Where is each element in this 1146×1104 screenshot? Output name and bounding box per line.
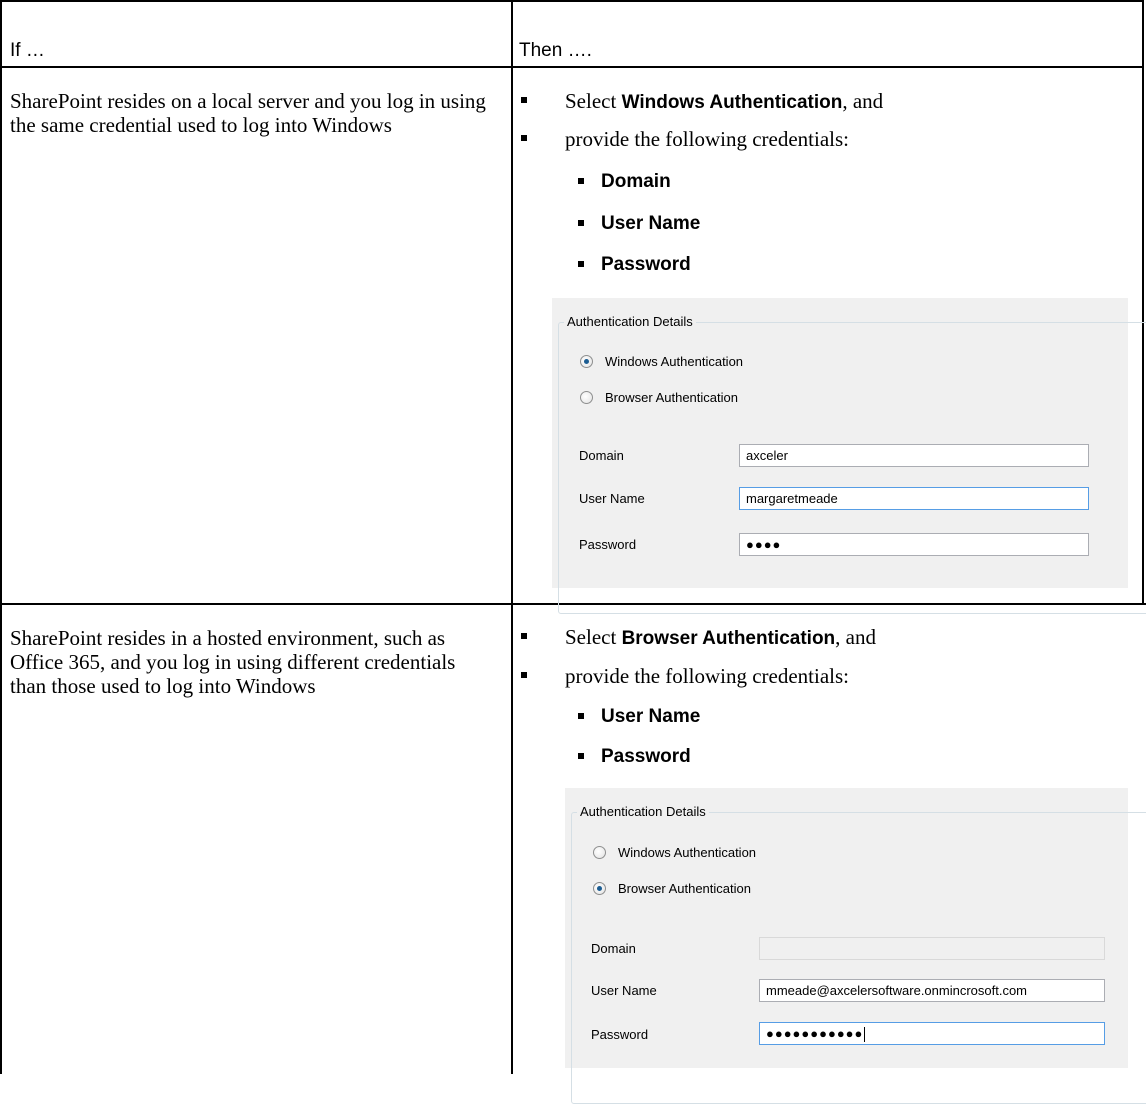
step-1-bold: Windows Authentication — [621, 92, 843, 113]
authentication-panel-browser: Authentication Details Windows Authentic… — [565, 788, 1146, 1104]
bullet-icon — [521, 135, 527, 141]
header-if: If … — [10, 40, 45, 61]
text-caret — [864, 1027, 866, 1043]
radio-unselected-icon[interactable] — [593, 846, 606, 859]
header-row-border — [0, 66, 1144, 68]
radio-unselected-icon[interactable] — [580, 391, 593, 404]
radio-windows-authentication[interactable]: Windows Authentication — [593, 845, 756, 860]
radio-browser-authentication[interactable]: Browser Authentication — [593, 881, 751, 896]
bullet-icon — [578, 178, 584, 184]
table-left-border — [0, 0, 2, 1074]
user-name-field[interactable]: margaretmeade — [739, 487, 1089, 510]
step-2-text: provide the following credentials: — [565, 127, 850, 151]
bullet-icon — [578, 220, 584, 226]
group-title: Authentication Details — [577, 804, 709, 819]
password-value: ●●●●●●●●●●● — [766, 1026, 864, 1041]
step-1-suffix: , and — [842, 89, 884, 113]
radio-selected-icon[interactable] — [580, 355, 593, 368]
step-1-prefix: Select — [565, 625, 622, 649]
bullet-icon — [578, 261, 584, 267]
password-field[interactable]: ●●●●●●●●●●● — [759, 1022, 1105, 1045]
bullet-icon — [521, 633, 527, 639]
radio-windows-authentication[interactable]: Windows Authentication — [580, 354, 743, 369]
step-1-prefix: Select — [565, 89, 622, 113]
password-label: Password — [579, 537, 637, 552]
header-then: Then …. — [519, 40, 592, 61]
password-field[interactable]: ●●●● — [739, 533, 1089, 556]
row-2-condition: SharePoint resides in a hosted environme… — [10, 626, 456, 698]
bullet-icon — [578, 753, 584, 759]
bullet-icon — [521, 97, 527, 103]
table-column-divider — [511, 0, 513, 1074]
user-name-label: User Name — [591, 983, 657, 998]
step-2-text: provide the following credentials: — [565, 664, 850, 688]
bullet-icon — [521, 672, 527, 678]
password-label: Password — [591, 1027, 649, 1042]
user-name-label: User Name — [579, 491, 645, 506]
row-1-condition: SharePoint resides on a local server and… — [10, 89, 486, 137]
step-1-bold: Browser Authentication — [621, 628, 836, 649]
radio-selected-icon[interactable] — [593, 882, 606, 895]
step-1-suffix: , and — [835, 625, 876, 649]
domain-field[interactable]: axceler — [739, 444, 1089, 467]
bullet-icon — [578, 713, 584, 719]
domain-field — [759, 937, 1105, 960]
domain-label: Domain — [591, 941, 636, 956]
radio-browser-authentication[interactable]: Browser Authentication — [580, 390, 738, 405]
authentication-panel-windows: Authentication Details Windows Authentic… — [552, 298, 1146, 614]
user-name-field[interactable]: mmeade@axcelersoftware.onmincrosoft.com — [759, 979, 1105, 1002]
domain-label: Domain — [579, 448, 624, 463]
group-title: Authentication Details — [564, 314, 696, 329]
table-top-border — [0, 0, 1144, 2]
